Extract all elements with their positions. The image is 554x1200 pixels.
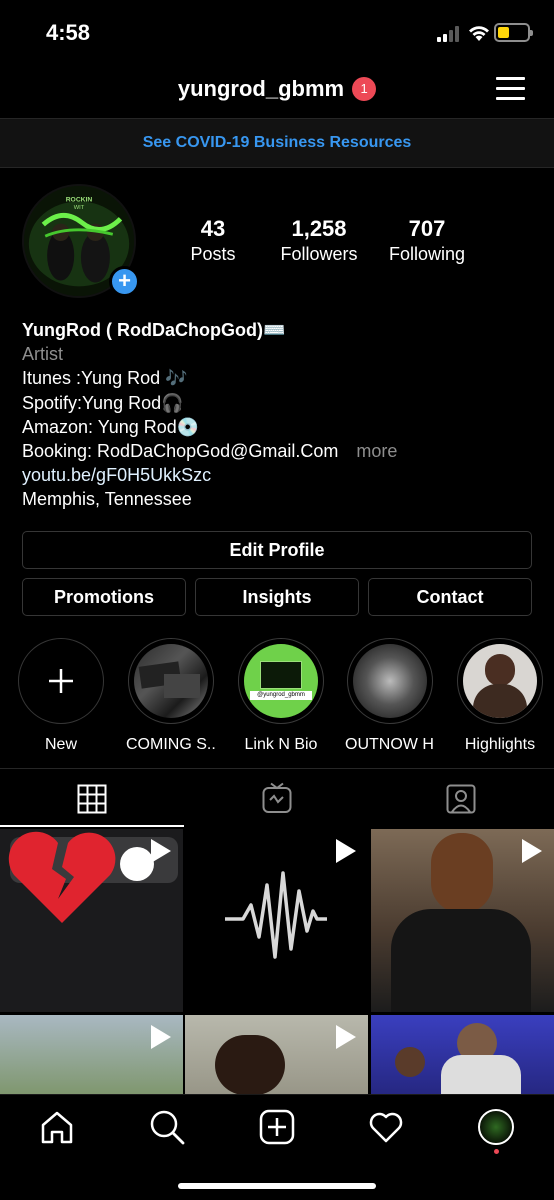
status-bar: 4:58 xyxy=(0,0,554,66)
highlight-label: Highlights xyxy=(464,736,536,753)
stat-following[interactable]: 707 Following xyxy=(377,216,477,265)
search-icon[interactable] xyxy=(149,1109,185,1145)
followers-label: Followers xyxy=(280,244,358,264)
highlight-new[interactable]: New xyxy=(16,638,106,754)
profile-header: yungrod_gbmm 1 xyxy=(0,66,554,118)
highlight-link-n-bio[interactable]: @yungrod_gbmm Link N Bio xyxy=(236,638,326,754)
location-text: Memphis, Tennessee xyxy=(22,489,192,510)
highlight-label: Link N Bio xyxy=(244,736,318,753)
more-link[interactable]: more xyxy=(356,441,397,461)
posts-label: Posts xyxy=(190,244,236,264)
promotions-button[interactable]: Promotions xyxy=(22,578,186,616)
post-tile[interactable] xyxy=(371,829,554,1012)
following-count: 707 xyxy=(408,216,446,241)
insights-button[interactable]: Insights xyxy=(195,578,359,616)
post-tile[interactable] xyxy=(0,1015,183,1095)
highlight-cover xyxy=(353,644,427,718)
tab-igtv[interactable] xyxy=(185,769,369,827)
website-link[interactable]: youtu.be/gF0H5UkkSzc xyxy=(22,463,532,487)
posts-count: 43 xyxy=(200,216,226,241)
stat-followers[interactable]: 1,258 Followers xyxy=(269,216,369,265)
tab-tagged[interactable] xyxy=(370,769,554,827)
contact-button[interactable]: Contact xyxy=(368,578,532,616)
profile-tabs xyxy=(0,768,554,828)
tagged-icon xyxy=(446,784,476,814)
bio-line: Amazon: Yung Rod💿 xyxy=(22,416,200,437)
create-icon[interactable] xyxy=(259,1109,295,1145)
highlight-cover xyxy=(463,644,537,718)
profile-icon[interactable] xyxy=(478,1109,514,1145)
wifi-icon xyxy=(469,26,489,41)
home-icon[interactable] xyxy=(39,1109,75,1145)
covid-resources-link[interactable]: See COVID-19 Business Resources xyxy=(0,118,554,168)
bio-line-booking: Booking: RodDaChopGod@Gmail.Com more xyxy=(22,439,532,463)
post-tile[interactable] xyxy=(185,1015,368,1095)
add-story-button[interactable]: + xyxy=(109,266,140,297)
highlight-highlights[interactable]: Highlights xyxy=(455,638,545,754)
display-name: YungRod ( RodDaChopGod)⌨️ xyxy=(22,320,286,340)
highlight-label: COMING S... xyxy=(126,736,216,753)
play-icon xyxy=(522,839,542,863)
activity-icon[interactable] xyxy=(368,1109,404,1145)
followers-count: 1,258 xyxy=(291,216,347,241)
post-tile[interactable] xyxy=(185,829,368,1012)
svg-text:WIT: WIT xyxy=(74,205,85,211)
waveform-icon xyxy=(225,871,327,959)
highlight-outnow[interactable]: OUTNOW H... xyxy=(345,638,435,754)
broken-heart-icon xyxy=(8,831,116,923)
plus-icon xyxy=(49,669,73,693)
grid-icon xyxy=(77,784,107,814)
play-icon xyxy=(151,1025,171,1049)
menu-icon[interactable] xyxy=(496,77,525,101)
highlight-coming-soon[interactable]: COMING S... xyxy=(126,638,216,754)
notification-dot xyxy=(494,1149,499,1154)
igtv-icon xyxy=(262,782,292,813)
play-icon xyxy=(151,839,171,863)
username-switcher[interactable]: yungrod_gbmm 1 xyxy=(177,76,377,102)
bio-line: Booking: RodDaChopGod@Gmail.Com xyxy=(22,441,339,462)
battery-icon xyxy=(494,23,533,42)
posts-grid xyxy=(0,829,554,1095)
notification-badge: 1 xyxy=(352,77,377,101)
edit-profile-button[interactable]: Edit Profile xyxy=(22,531,532,569)
post-tile[interactable] xyxy=(371,1015,554,1095)
play-icon xyxy=(336,839,356,863)
following-label: Following xyxy=(388,244,466,264)
bio: YungRod ( RodDaChopGod)⌨️ Artist Itunes … xyxy=(22,318,532,512)
bio-line: Itunes :Yung Rod 🎶 xyxy=(22,368,188,389)
highlight-cover xyxy=(134,644,208,718)
signal-icon xyxy=(437,26,459,42)
stat-posts[interactable]: 43 Posts xyxy=(163,216,263,265)
highlight-label: OUTNOW H... xyxy=(345,736,435,753)
status-time: 4:58 xyxy=(46,20,91,45)
home-indicator xyxy=(178,1183,376,1189)
play-icon xyxy=(336,1025,356,1049)
bio-line: Spotify:Yung Rod🎧 xyxy=(22,392,184,413)
tab-grid[interactable] xyxy=(0,769,184,827)
post-tile[interactable] xyxy=(0,829,183,1012)
highlight-cover: @yungrod_gbmm xyxy=(244,644,318,718)
svg-text:ROCKIN: ROCKIN xyxy=(66,196,93,203)
category-label: Artist xyxy=(22,344,64,365)
highlight-label: New xyxy=(44,736,77,753)
header-username: yungrod_gbmm xyxy=(177,76,345,101)
